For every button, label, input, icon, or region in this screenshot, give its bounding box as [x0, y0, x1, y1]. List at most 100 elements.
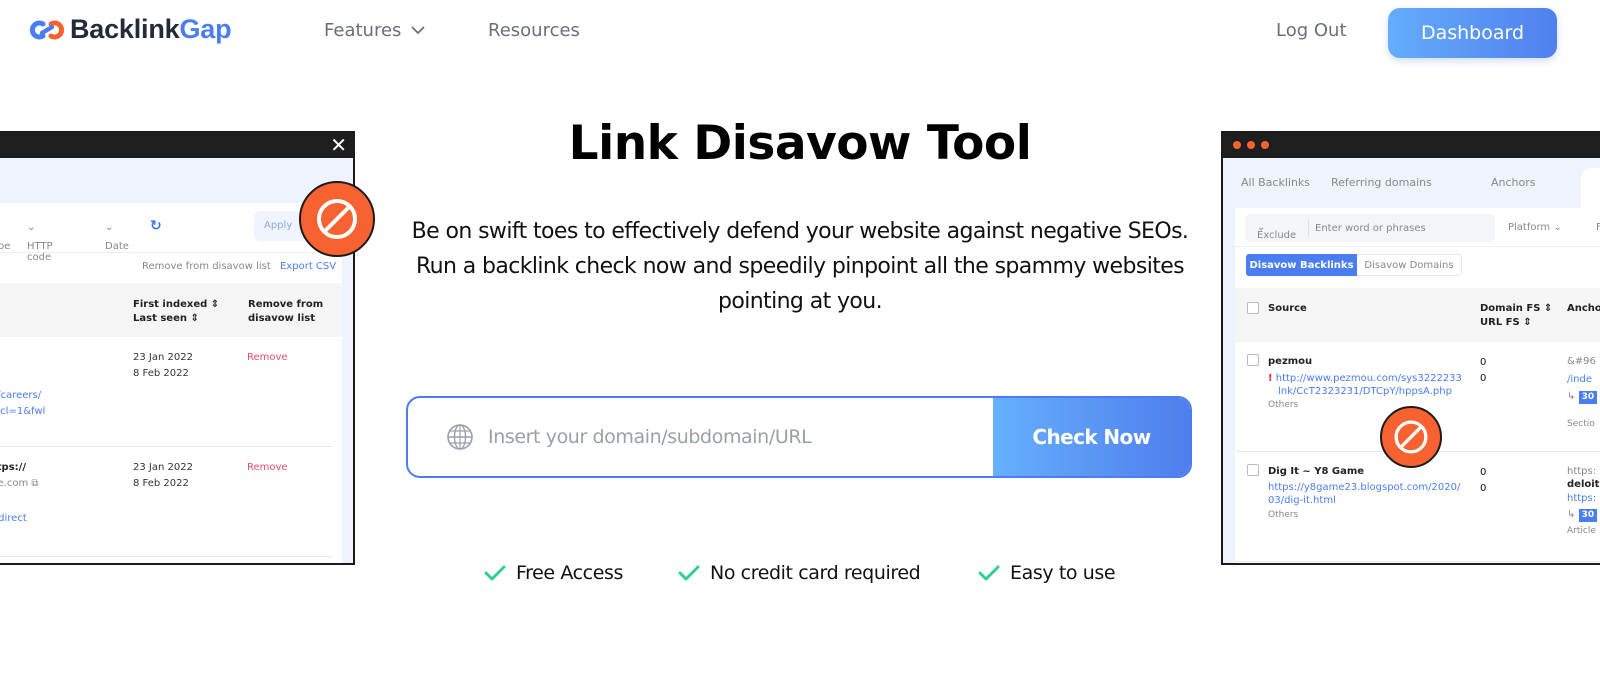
redirect-code-badge: 30: [1578, 391, 1598, 404]
keyword-input[interactable]: [1315, 219, 1485, 237]
chevron-down-icon: [411, 26, 426, 35]
checkmark-icon: [978, 565, 1000, 581]
dashboard-button[interactable]: Dashboard: [1388, 8, 1557, 58]
row-url[interactable]: https://y8game23.blogspot.com/2020/03/di…: [1268, 481, 1460, 507]
refresh-icon[interactable]: ↻: [150, 218, 162, 234]
feature-item: Easy to use: [978, 562, 1116, 584]
row-title: Dig It ~ Y8 Game: [1268, 466, 1365, 477]
remove-link[interactable]: Remove: [247, 350, 288, 366]
nav-resources-link[interactable]: Resources: [488, 20, 580, 41]
row-category: Others: [1268, 400, 1299, 410]
filter-date-label: Date: [105, 241, 129, 252]
top-nav: BacklinkGap Features Resources Log Out D…: [0, 0, 1600, 66]
window-controls: [1233, 141, 1269, 149]
tab-all-backlinks[interactable]: All Backlinks: [1241, 176, 1310, 189]
feature-item: Free Access: [484, 562, 623, 584]
backlinks-preview: All Backlinks Referring domains Anchors …: [1221, 131, 1600, 565]
nav-features-label: Features: [324, 20, 402, 41]
row-redirect: ↳ 30: [1567, 508, 1598, 522]
check-now-button[interactable]: Check Now: [993, 398, 1190, 476]
platform-dropdown[interactable]: Platform ⌄: [1508, 222, 1562, 233]
disavow-domains-toggle[interactable]: Disavow Domains: [1357, 254, 1462, 276]
filter-http-code-label: HTTP code: [27, 241, 53, 263]
row-title: pezmou: [1268, 356, 1313, 367]
row-scores: 00: [1480, 467, 1487, 494]
checkmark-icon: [678, 565, 700, 581]
nav-features-menu[interactable]: Features: [324, 20, 426, 41]
row-title: ttps://: [0, 462, 26, 473]
brand-name-part2: Gap: [179, 14, 232, 44]
table-row: s/careers/wcl=1&fwl 23 Jan 20228 Feb 202…: [0, 337, 332, 447]
row-domain[interactable]: ce.com ⧉: [0, 476, 39, 492]
row-url[interactable]: ! http://www.pezmou.com/sys3222233 lnk/Cc…: [1268, 372, 1462, 398]
col-last-seen[interactable]: Last seen: [133, 313, 187, 324]
hero-description-line1: Be on swift toes to effectively defend y…: [411, 219, 1189, 244]
filter-bar: ype ⌄ HTTP code ⌄ Date ⌄ ↻ Apply: [0, 203, 342, 263]
external-link-icon: ⧉: [31, 478, 39, 489]
feature-label: Easy to use: [1010, 562, 1116, 584]
row-checkbox[interactable]: [1247, 464, 1259, 476]
col-remove-line1: Remove from: [248, 299, 324, 310]
row-anchor-type: Sectio: [1567, 419, 1595, 429]
hero-description-line2: Run a backlink check now and speedily pi…: [415, 254, 1185, 314]
row-anchor-type: Article: [1567, 526, 1596, 536]
disavow-backlinks-toggle[interactable]: Disavow Backlinks: [1246, 254, 1357, 276]
feature-label: No credit card required: [710, 562, 921, 584]
table-header: Source Domain FS ⇕ URL FS ⇕ Ancho: [1235, 288, 1600, 342]
row-dates: 23 Jan 2022 8 Feb 2022: [133, 352, 193, 379]
table-header: First indexed ⇕ Last seen ⇕ Remove from …: [0, 283, 342, 337]
filter-type-label: ype: [0, 241, 11, 252]
remove-from-disavow-link[interactable]: Remove from disavow list: [142, 261, 271, 272]
window-dot-icon: [1261, 141, 1269, 149]
col-domain-fs[interactable]: Domain FS: [1480, 303, 1540, 314]
row-scores: 00: [1480, 357, 1487, 384]
window-dot-icon: [1247, 141, 1255, 149]
filter-http-code[interactable]: HTTP code ⌄: [27, 222, 53, 263]
select-all-checkbox[interactable]: [1247, 302, 1259, 314]
row-dates: 23 Jan 2022 8 Feb 2022: [133, 462, 193, 489]
backlinks-content: Exclude ⌄ Platform ⌄ Follow Disavow Back…: [1235, 208, 1600, 563]
brand-name-part1: Backlink: [70, 14, 180, 44]
disavow-list-preview: ✕ ype ⌄ HTTP code ⌄ Date ⌄ ↻ Apply Remov…: [0, 131, 355, 565]
row-redirect[interactable]: edirect: [0, 511, 27, 527]
col-source: Source: [1268, 303, 1307, 314]
domain-input[interactable]: [488, 426, 988, 448]
remove-link[interactable]: Remove: [247, 460, 288, 476]
hero-description: Be on swift toes to effectively defend y…: [400, 214, 1200, 319]
tab-active[interactable]: [1581, 168, 1600, 208]
row-anchor-link[interactable]: /inde: [1567, 373, 1592, 386]
row-anchor-text: https: deloit: [1567, 466, 1600, 490]
col-anchor: Ancho: [1567, 303, 1600, 314]
row-checkbox[interactable]: [1247, 354, 1259, 366]
row-anchor-text: &#96: [1567, 356, 1596, 367]
brand-name: BacklinkGap: [70, 14, 232, 45]
window-titlebar: [1223, 133, 1600, 158]
feature-label: Free Access: [516, 562, 624, 584]
row-anchor-link[interactable]: https:: [1567, 492, 1596, 505]
domain-search-form: Check Now: [406, 396, 1192, 478]
checkmark-icon: [484, 565, 506, 581]
row-url[interactable]: s/careers/wcl=1&fwl: [0, 388, 45, 420]
table-row: ttps:// ce.com ⧉ edirect 23 Jan 20228 Fe…: [0, 447, 332, 557]
tab-anchors[interactable]: Anchors: [1491, 176, 1536, 189]
warning-icon: !: [1268, 373, 1273, 384]
col-url-fs[interactable]: URL FS: [1480, 317, 1520, 328]
disavow-list-content: ype ⌄ HTTP code ⌄ Date ⌄ ↻ Apply Remove …: [0, 203, 342, 563]
table-row: Dig It ~ Y8 Game https://y8game23.blogsp…: [1235, 452, 1600, 562]
tab-referring-domains[interactable]: Referring domains: [1331, 176, 1432, 189]
window-dot-icon: [1233, 141, 1241, 149]
brand-logo[interactable]: BacklinkGap: [29, 14, 232, 45]
follow-dropdown[interactable]: Follow: [1596, 222, 1600, 233]
feature-item: No credit card required: [678, 562, 921, 584]
redirect-code-badge: 30: [1578, 509, 1598, 522]
search-field-wrap: [408, 398, 993, 476]
logout-link[interactable]: Log Out: [1276, 20, 1347, 41]
block-icon: [1380, 406, 1442, 468]
col-first-indexed[interactable]: First indexed: [133, 299, 207, 310]
filter-date[interactable]: Date ⌄: [105, 222, 129, 252]
chain-link-icon: [29, 20, 65, 39]
export-csv-link[interactable]: Export CSV: [280, 261, 336, 272]
row-category: Others: [1268, 510, 1299, 520]
keyword-filter: Exclude ⌄: [1245, 214, 1495, 242]
exclude-dropdown[interactable]: Exclude ⌄: [1257, 222, 1296, 241]
